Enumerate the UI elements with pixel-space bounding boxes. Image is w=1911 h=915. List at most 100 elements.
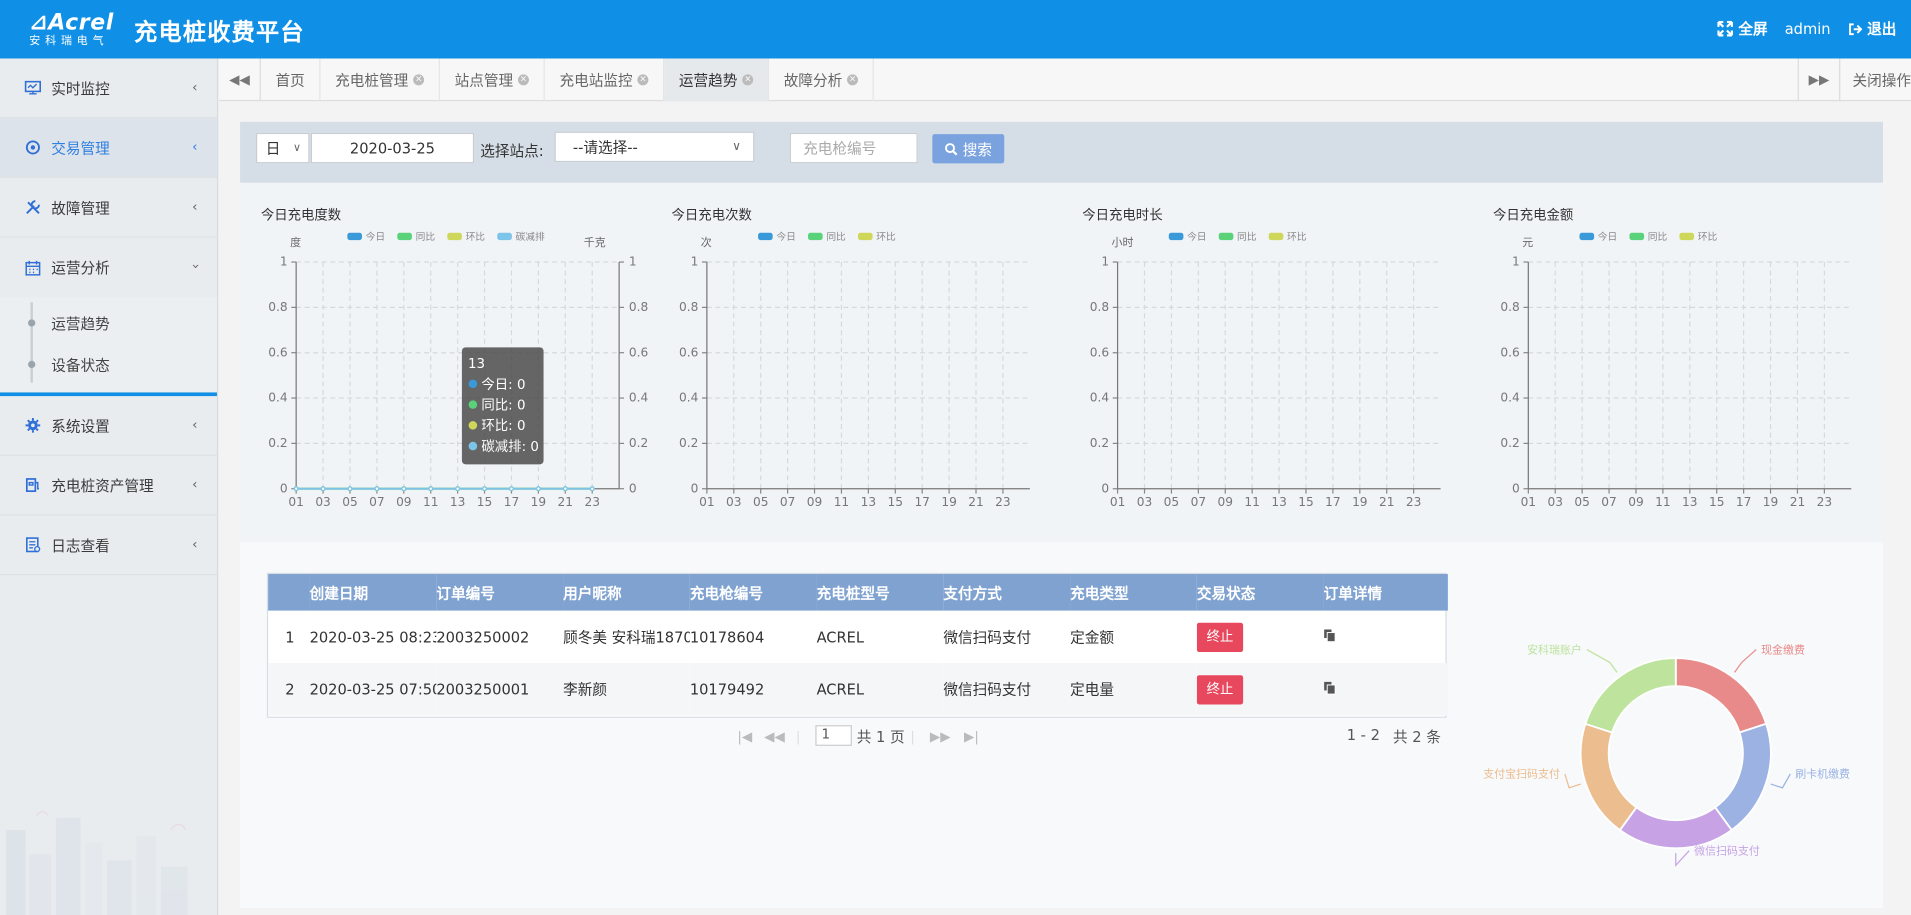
x-tick-label: 17 (1736, 495, 1752, 509)
donut-slice (1713, 722, 1772, 832)
x-tick-label: 21 (1790, 495, 1806, 509)
sidebar-item-operation[interactable]: 运营分析 ‹ (0, 238, 217, 298)
submenu-item-trend[interactable]: 运营趋势 (0, 302, 217, 343)
copy-icon[interactable] (1324, 628, 1336, 642)
user-name[interactable]: admin (1785, 20, 1831, 37)
gun-number-input[interactable]: 充电枪编号 (789, 132, 918, 164)
tab-charger-mgmt[interactable]: 充电桩管理 × (321, 57, 441, 101)
tab-station-mgmt[interactable]: 站点管理 × (440, 57, 545, 101)
sidebar-item-fault[interactable]: 故障管理 ‹ (0, 178, 217, 238)
pager-divider: | (795, 728, 801, 745)
table-row[interactable]: 1 2020-03-25 08:23 2003250002 顾冬美 安科瑞187… (268, 611, 1448, 663)
chart-amount: 今日充电金额元 今日 同比 环比 0 0.2 0.4 0.6 0.8 1 01 03 05 07 09 11 1… (1472, 183, 1883, 543)
line-chart-svg: 今日充电金额元 今日 同比 环比 0 0.2 0.4 0.6 0.8 1 01 03 05 07 09 11 1… (1493, 207, 1852, 509)
sidebar-item-label: 日志查看 (51, 536, 110, 554)
cell-order: 2003250002 (436, 628, 530, 646)
tab-scroll-right-button[interactable]: ▶▶ (1797, 58, 1839, 102)
legend-label: 今日 (1598, 230, 1618, 243)
close-icon[interactable]: × (742, 73, 754, 85)
cell-pay: 微信扫码支付 (943, 628, 1032, 646)
search-button[interactable]: 搜索 (932, 134, 1005, 164)
legend-swatch (1679, 232, 1695, 241)
station-select[interactable]: --请选择-- ∨ (554, 131, 755, 163)
donut-label: 现金缴费 (1761, 642, 1805, 656)
x-tick-label: 03 (315, 495, 331, 509)
x-tick-label: 17 (1325, 495, 1341, 509)
next-page-icon[interactable]: ▶▶ (930, 729, 951, 745)
tools-icon (26, 200, 40, 214)
cell-status: 终止 (1196, 663, 1324, 715)
logo-brand: Acrel (48, 9, 114, 36)
tab-bar: ◀◀ 首页 充电桩管理 × 站点管理 × 充电站监控 × 运营趋势 × 故障分析 × ▶▶… (219, 57, 1911, 102)
y-tick-label: 0.8 (268, 300, 287, 314)
page-input[interactable]: 1 (815, 725, 852, 746)
period-select[interactable]: 日 ∨ (255, 132, 310, 164)
table-row[interactable]: 2 2020-03-25 07:50 2003250001 李新颜 101794… (268, 663, 1448, 716)
y-tick-label: 0.2 (1090, 436, 1109, 450)
x-tick-label: 05 (753, 495, 769, 509)
x-tick-label: 05 (342, 495, 358, 509)
tooltip-dot (468, 400, 478, 409)
close-operations-button[interactable]: 关闭操作 (1839, 58, 1911, 102)
tab-fault-analysis[interactable]: 故障分析 × (769, 57, 874, 101)
app-root: ⊿Acrel 安科瑞电气 充电桩收费平台 全屏 admin 退出 实时监控 ‹ … (0, 0, 1911, 915)
chart-count: 今日充电次数次 今日 同比 环比 0 0.2 0.4 0.6 0.8 1 01 03 05 07 09 11 1… (651, 183, 1062, 543)
close-icon[interactable]: × (413, 73, 425, 85)
sidebar-item-realtime[interactable]: 实时监控 ‹ (0, 59, 217, 119)
close-icon[interactable]: × (637, 73, 649, 85)
sidebar-item-assets[interactable]: 充电桩资产管理 ‹ (0, 456, 217, 516)
stop-button[interactable]: 终止 (1196, 622, 1244, 652)
tooltip-dot (468, 441, 478, 451)
x-tick-label: 01 (699, 495, 714, 509)
legend-label: 今日 (776, 230, 796, 243)
series-point (455, 486, 461, 492)
donut-slice (1618, 806, 1733, 850)
donut-label: 安科瑞账户 (1527, 642, 1582, 656)
submenu-item-device-status[interactable]: 设备状态 (0, 344, 217, 385)
y-tick-label-right: 0.2 (629, 436, 648, 450)
x-tick-label: 09 (1218, 495, 1234, 509)
date-input[interactable]: 2020-03-25 (310, 132, 475, 164)
sidebar-item-logs[interactable]: 日志查看 ‹ (0, 516, 217, 576)
x-tick-label: 23 (1406, 495, 1422, 509)
y-tick-label: 0.2 (268, 436, 287, 450)
sidebar-item-label: 实时监控 (51, 79, 110, 97)
cell-model: ACREL (816, 680, 865, 698)
sidebar-item-label: 充电桩资产管理 (51, 477, 154, 495)
close-icon[interactable]: × (847, 73, 859, 85)
expand-icon (1717, 20, 1734, 37)
donut-slice (1579, 722, 1638, 832)
chart-title: 今日充电时长 (1082, 207, 1162, 223)
y-tick-label: 1 (691, 255, 699, 269)
legend-swatch (1268, 232, 1284, 241)
x-tick-label: 11 (1244, 495, 1260, 509)
y-tick-label: 0.6 (1500, 345, 1519, 359)
sidebar-item-settings[interactable]: 系统设置 ‹ (0, 396, 217, 456)
sidebar-item-label: 故障管理 (51, 199, 110, 217)
last-page-icon[interactable]: ▶| (964, 729, 979, 745)
series-point (428, 486, 434, 492)
cell-gun: 10178604 (689, 628, 765, 646)
copy-icon[interactable] (1324, 681, 1336, 694)
col-header: 充电类型 (1070, 584, 1129, 602)
tab-home[interactable]: 首页 (261, 57, 321, 101)
fullscreen-button[interactable]: 全屏 (1717, 18, 1768, 39)
donut-label-line (1564, 773, 1581, 789)
tab-operation-trend[interactable]: 运营趋势 × (664, 57, 770, 101)
y-tick-label: 0.4 (1090, 391, 1110, 405)
y-tick-label: 0 (1512, 481, 1520, 495)
prev-page-icon[interactable]: ◀◀ (764, 729, 785, 745)
sidebar-item-trade[interactable]: 交易管理 ‹ (0, 118, 217, 178)
logout-button[interactable]: 退出 (1848, 18, 1896, 39)
close-icon[interactable]: × (518, 73, 529, 85)
row-index: 2 (285, 680, 295, 698)
tab-scroll-left-button[interactable]: ◀◀ (219, 57, 261, 101)
x-tick-label: 21 (968, 495, 984, 509)
calendar-icon (25, 260, 41, 275)
stop-button[interactable]: 终止 (1196, 674, 1244, 704)
x-tick-label: 07 (780, 495, 796, 509)
line-chart-svg: 今日充电度数度 千克 今日 同比 环比 碳减排 0 0 0.2 0.2 0.4 0.4 0.6 0.6 0.… (261, 207, 649, 509)
chevron-left-icon: ‹ (192, 79, 198, 96)
tab-station-monitor[interactable]: 充电站监控 × (545, 57, 665, 101)
first-page-icon[interactable]: |◀ (737, 729, 752, 745)
